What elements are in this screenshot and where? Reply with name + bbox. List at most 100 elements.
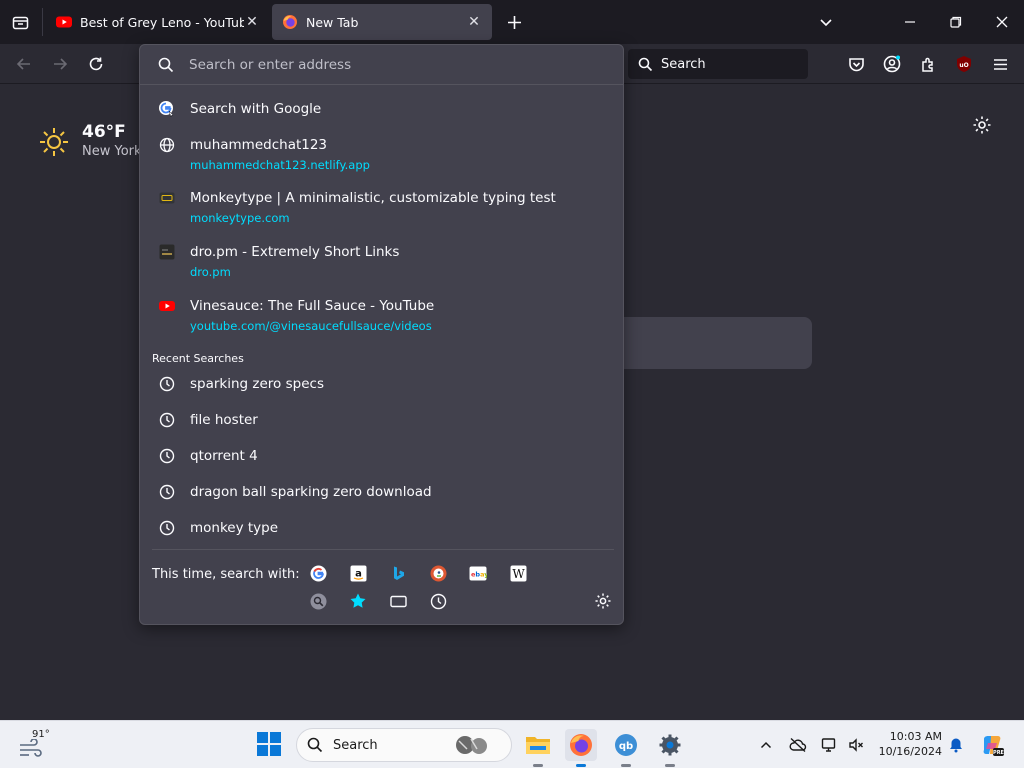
volume-tray-icon[interactable] (846, 735, 866, 755)
oneoff-search-engines-button[interactable] (308, 591, 328, 611)
minimize-button[interactable] (896, 8, 924, 36)
ebay-icon: ebay (469, 566, 487, 580)
ntp-search-bar[interactable] (620, 317, 812, 369)
arrow-left-icon (16, 58, 30, 70)
ntp-customize-button[interactable] (972, 115, 994, 137)
firefox-view-button[interactable] (8, 10, 32, 34)
app-menu-button[interactable] (989, 53, 1011, 75)
onedrive-tray-icon[interactable] (788, 735, 808, 755)
new-tab-button[interactable] (502, 10, 526, 34)
pocket-icon (848, 57, 864, 71)
firefox-icon (570, 734, 592, 756)
duckduckgo-icon (430, 565, 446, 581)
taskbar-search-label: Search (333, 737, 378, 753)
google-icon (158, 100, 175, 117)
notifications-button[interactable] (946, 735, 966, 755)
firefox-icon (283, 15, 297, 29)
copilot-button[interactable]: PRE (980, 733, 1004, 757)
oneoff-wikipedia-button[interactable]: W (508, 563, 528, 583)
search-settings-button[interactable] (594, 592, 612, 610)
taskbar-settings[interactable] (654, 729, 686, 767)
network-tray-icon[interactable] (820, 735, 840, 755)
result-search-with-google[interactable]: Search with Google (140, 100, 623, 118)
network-icon (821, 738, 836, 752)
urlbar[interactable] (140, 45, 623, 85)
amazon-icon: a (350, 565, 366, 581)
search-highlight-icon (456, 736, 487, 754)
clock-date: 10/16/2024 (878, 745, 942, 758)
result-monkeytype[interactable]: Monkeytype | A minimalistic, customizabl… (140, 189, 623, 226)
close-window-button[interactable] (988, 8, 1016, 36)
taskbar-file-explorer[interactable] (522, 729, 554, 767)
taskbar-firefox[interactable] (565, 729, 597, 767)
puzzle-icon (921, 57, 933, 72)
recent-search-item[interactable]: qtorrent 4 (140, 447, 623, 465)
clock-icon (158, 447, 175, 464)
clock-icon (158, 375, 175, 392)
oneoff-tabs-button[interactable] (388, 591, 408, 611)
oneoff-ebay-button[interactable]: ebay (468, 563, 488, 583)
recent-search-item[interactable]: monkey type (140, 519, 623, 537)
chevron-up-icon (760, 741, 772, 749)
toolbar-search-field[interactable]: Search (628, 49, 808, 79)
taskbar-qbittorrent[interactable]: qb (610, 729, 642, 767)
recent-search-item[interactable]: file hoster (140, 411, 623, 429)
tab-youtube[interactable]: Best of Grey Leno - YouTube ✕ (46, 4, 270, 40)
oneoff-bookmarks-button[interactable] (348, 591, 368, 611)
start-button[interactable] (256, 731, 282, 757)
result-dro-pm[interactable]: dro.pm - Extremely Short Links dro.pm (140, 243, 623, 280)
svg-text:W: W (512, 567, 525, 581)
pocket-button[interactable] (845, 53, 867, 75)
ublock-origin-button[interactable]: uO (953, 53, 975, 75)
oneoff-amazon-button[interactable]: a (348, 563, 368, 583)
oneoff-duckduckgo-button[interactable] (428, 563, 448, 583)
forward-button[interactable] (48, 52, 72, 76)
result-title: muhammedchat123 (190, 137, 328, 153)
recent-search-item[interactable]: sparking zero specs (140, 375, 623, 393)
result-url: youtube.com/@vinesaucefullsauce/videos (190, 319, 432, 333)
result-title: Search with Google (190, 101, 322, 117)
tab-strip: Best of Grey Leno - YouTube ✕ New Tab ✕ (0, 0, 1024, 44)
close-tab-icon[interactable]: ✕ (466, 14, 482, 30)
back-button[interactable] (12, 52, 36, 76)
windows-logo-icon (257, 732, 281, 756)
taskbar-search[interactable]: Search (296, 728, 512, 762)
settings-gear-icon (659, 734, 681, 756)
bell-icon (950, 738, 962, 753)
wind-icon (20, 739, 42, 757)
result-vinesauce[interactable]: Vinesauce: The Full Sauce - YouTube yout… (140, 297, 623, 334)
tab-new-tab[interactable]: New Tab ✕ (272, 4, 492, 40)
oneoff-google-button[interactable] (308, 563, 328, 583)
recent-searches-header: Recent Searches (152, 352, 244, 365)
result-title: Monkeytype | A minimalistic, customizabl… (190, 190, 556, 206)
reload-button[interactable] (84, 52, 108, 76)
list-all-tabs-button[interactable] (812, 8, 840, 36)
urlbar-input[interactable] (189, 56, 589, 73)
clock-icon (430, 593, 446, 609)
taskbar-weather-widget[interactable]: 91° (18, 729, 54, 761)
clock-icon (158, 483, 175, 500)
copilot-icon: PRE (983, 736, 1004, 756)
urlbar-dropdown: Search with Google muhammedchat123 muham… (139, 44, 624, 625)
star-icon (350, 593, 366, 608)
taskbar: 91° Search qb 10:03 AM 10/16/2024 PRE (0, 720, 1024, 768)
clock-icon (158, 519, 175, 536)
firefox-view-icon (12, 16, 28, 29)
dropm-icon (158, 243, 175, 260)
dropdown-divider (152, 549, 614, 550)
bing-icon (393, 566, 404, 580)
tab-separator (42, 8, 43, 36)
result-muhammedchat123[interactable]: muhammedchat123 muhammedchat123.netlify.… (140, 136, 623, 173)
oneoff-history-button[interactable] (428, 591, 448, 611)
recent-search-text: dragon ball sparking zero download (190, 484, 432, 500)
show-hidden-icons-button[interactable] (756, 735, 776, 755)
recent-search-item[interactable]: dragon ball sparking zero download (140, 483, 623, 501)
oneoff-bing-button[interactable] (388, 563, 408, 583)
recent-search-text: qtorrent 4 (190, 448, 258, 464)
account-button[interactable] (881, 53, 903, 75)
weather-widget[interactable]: 46°F New York (38, 122, 142, 159)
taskbar-clock[interactable]: 10:03 AM 10/16/2024 (872, 729, 942, 759)
extensions-button[interactable] (917, 53, 939, 75)
restore-button[interactable] (942, 8, 970, 36)
close-tab-icon[interactable]: ✕ (244, 14, 260, 30)
